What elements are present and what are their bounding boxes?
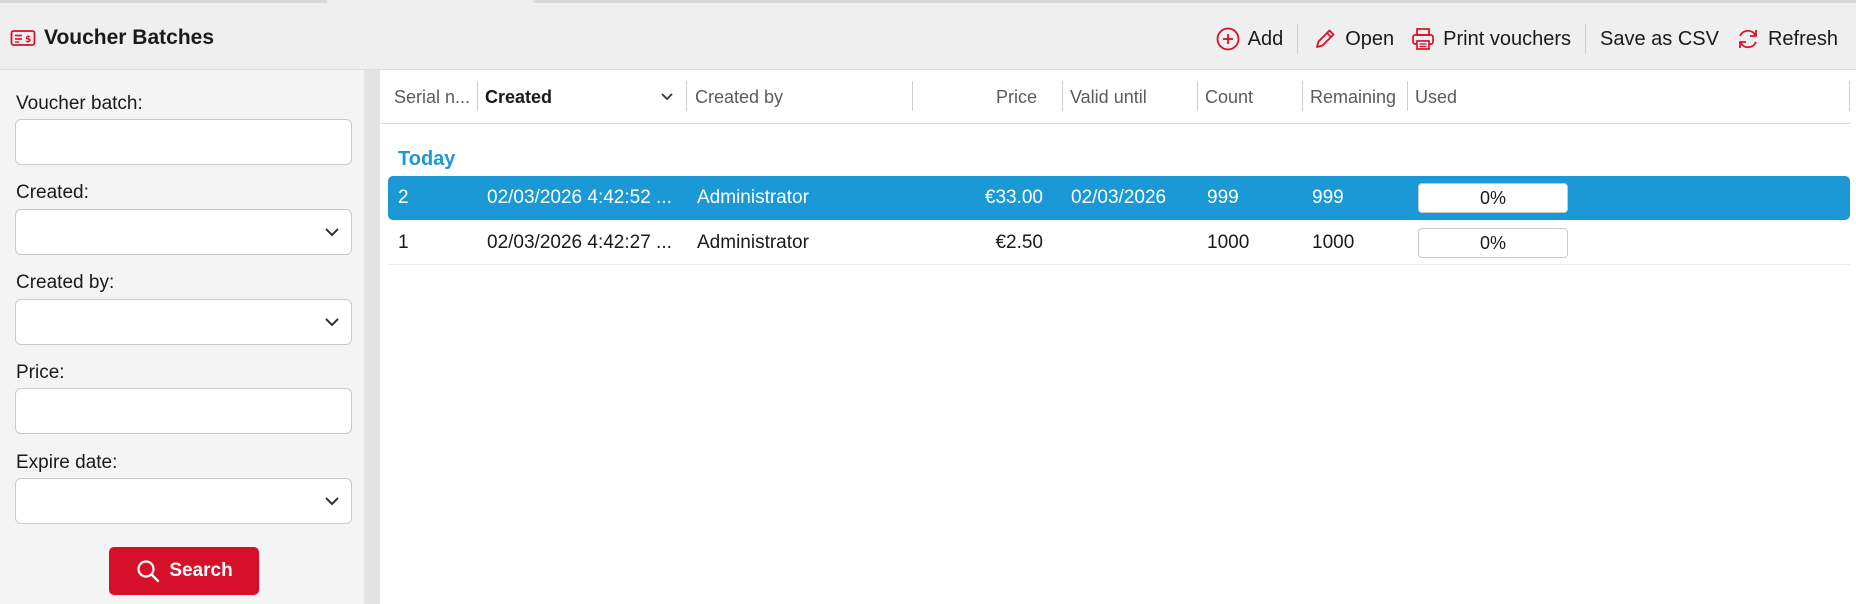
cell-created-by: Administrator <box>697 187 809 208</box>
cell-price: €33.00 <box>984 187 1043 208</box>
plus-circle-icon <box>1216 27 1240 51</box>
column-divider[interactable] <box>912 81 913 111</box>
refresh-button-label: Refresh <box>1767 27 1838 50</box>
cell-created: 02/03/2026 4:42:52 ... <box>487 187 672 208</box>
save-as-csv-label: Save as CSV <box>1600 27 1719 50</box>
created-label: Created: <box>16 182 89 203</box>
group-header-today[interactable]: Today <box>398 148 455 171</box>
table-row[interactable]: 1 02/03/2026 4:42:27 ... Administrator €… <box>388 221 1850 265</box>
used-progress-label: 0% <box>1479 232 1506 253</box>
used-progress-label: 0% <box>1479 187 1506 208</box>
refresh-button[interactable]: Refresh <box>1727 21 1846 57</box>
voucher-batch-input[interactable] <box>15 119 352 165</box>
svg-text:$: $ <box>25 35 31 45</box>
cell-valid-until: 02/03/2026 <box>1071 187 1167 208</box>
column-header-created[interactable]: Created <box>485 70 665 124</box>
print-vouchers-label: Print vouchers <box>1443 27 1572 50</box>
page-title: Voucher Batches <box>44 26 214 49</box>
column-header-valid-until[interactable]: Valid until <box>1070 70 1190 124</box>
created-by-label: Created by: <box>16 272 115 293</box>
filter-panel: Voucher batch: Created: Created by: Pric… <box>0 70 364 604</box>
voucher-batch-label: Voucher batch: <box>16 93 143 114</box>
column-divider[interactable] <box>1849 81 1850 111</box>
used-progress-bar: 0% <box>1418 183 1568 213</box>
chevron-down-icon <box>325 228 339 237</box>
cell-count: 1000 <box>1207 232 1250 253</box>
column-header-remaining[interactable]: Remaining <box>1310 70 1410 124</box>
sort-chevron-down-icon[interactable] <box>659 89 675 105</box>
cell-remaining: 999 <box>1312 187 1344 208</box>
cell-remaining: 1000 <box>1312 232 1355 253</box>
column-divider[interactable] <box>1407 81 1408 111</box>
column-header-serial[interactable]: Serial n... <box>394 70 474 124</box>
cell-serial: 1 <box>398 232 409 253</box>
voucher-batches-grid: Serial n... Created Created by Price Val… <box>380 70 1856 604</box>
toolbar: Add Open Print vouchers Save as CSV Refr… <box>1207 21 1846 57</box>
price-label: Price: <box>16 362 65 383</box>
column-divider[interactable] <box>1062 81 1063 111</box>
search-button[interactable]: Search <box>109 547 259 595</box>
chevron-down-icon <box>325 497 339 506</box>
column-divider[interactable] <box>477 81 478 111</box>
cell-serial: 2 <box>398 187 409 208</box>
panel-splitter[interactable] <box>364 70 380 604</box>
grid-header: Serial n... Created Created by Price Val… <box>380 70 1850 124</box>
cell-count: 999 <box>1207 187 1239 208</box>
page-header: $ Voucher Batches Add Open Print voucher… <box>0 3 1856 70</box>
chevron-down-icon <box>325 318 339 327</box>
column-divider[interactable] <box>686 81 687 111</box>
pencil-icon <box>1316 29 1335 48</box>
voucher-ticket-icon: $ <box>10 30 36 46</box>
column-divider[interactable] <box>1197 81 1198 111</box>
table-row[interactable]: 2 02/03/2026 4:42:52 ... Administrator €… <box>388 176 1850 220</box>
column-header-used[interactable]: Used <box>1415 70 1515 124</box>
toolbar-divider <box>1585 24 1587 54</box>
add-button[interactable]: Add <box>1207 21 1292 57</box>
refresh-icon <box>1739 29 1757 49</box>
print-vouchers-button[interactable]: Print vouchers <box>1402 21 1579 57</box>
created-by-dropdown[interactable] <box>15 299 352 345</box>
column-header-created-by[interactable]: Created by <box>695 70 875 124</box>
created-dropdown[interactable] <box>15 209 352 255</box>
add-button-label: Add <box>1247 27 1284 50</box>
cell-created: 02/03/2026 4:42:27 ... <box>487 232 672 253</box>
column-header-count[interactable]: Count <box>1205 70 1295 124</box>
search-button-label: Search <box>169 560 233 581</box>
expire-date-label: Expire date: <box>16 452 118 473</box>
cell-created-by: Administrator <box>697 232 809 253</box>
open-button-label: Open <box>1345 27 1395 50</box>
toolbar-divider <box>1297 24 1299 54</box>
search-icon <box>137 560 160 583</box>
title-area: $ Voucher Batches <box>10 24 214 52</box>
printer-icon <box>1412 28 1435 50</box>
column-divider[interactable] <box>1302 81 1303 111</box>
price-input[interactable] <box>15 388 352 434</box>
column-header-price[interactable]: Price <box>920 70 1037 124</box>
expire-date-dropdown[interactable] <box>15 478 352 524</box>
save-as-csv-button[interactable]: Save as CSV <box>1592 21 1727 57</box>
cell-price: €2.50 <box>995 232 1043 253</box>
used-progress-bar: 0% <box>1418 228 1568 258</box>
open-button[interactable]: Open <box>1304 21 1402 57</box>
